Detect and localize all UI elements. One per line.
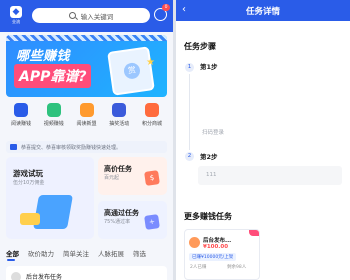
category-label: 积分商城 bbox=[141, 121, 162, 127]
video-icon bbox=[46, 103, 61, 117]
gift-icon bbox=[79, 103, 94, 117]
lottery-icon bbox=[112, 103, 127, 117]
category-label: 抽奖活动 bbox=[109, 121, 130, 127]
dollar-icon: $ bbox=[144, 170, 160, 186]
logo-text: 业流 bbox=[12, 19, 20, 24]
category-label: 阅读赚钱 bbox=[10, 121, 31, 127]
task-title: 后台发布... bbox=[203, 238, 232, 244]
star-icon: ★ bbox=[146, 57, 155, 68]
message-button[interactable]: 0 bbox=[154, 4, 170, 21]
remaining-count: 剩余98人 bbox=[227, 265, 247, 270]
category-gift[interactable]: 阅读新盟 bbox=[72, 103, 102, 137]
card-title: 高价任务 bbox=[104, 165, 132, 173]
card-title: 游戏试玩 bbox=[13, 169, 43, 178]
avatar bbox=[189, 237, 200, 248]
category-read[interactable]: 阅读赚钱 bbox=[6, 103, 36, 137]
detail-body: 任务步骤 1 第1步 扫码登录 2 第2步 111 更多赚钱任务 后台发布...… bbox=[176, 21, 350, 280]
card-title: 高通过任务 bbox=[104, 209, 139, 217]
earned-tag: 已赚¥10000元/上架 bbox=[189, 253, 237, 261]
tab-filter[interactable]: 筛选 bbox=[133, 248, 146, 258]
step-number: 1 bbox=[185, 63, 194, 72]
coin-stack-icon bbox=[20, 213, 40, 225]
book-icon bbox=[14, 103, 28, 117]
feature-cards: 游戏试玩 伍分10万佣金 高价任务 百元起 $ 高通过任务 75%通过率 + bbox=[6, 157, 167, 239]
logo-icon: ◆ bbox=[10, 6, 22, 18]
home-screen: ◆ 业流 输入关键词 0 哪些赚钱 APP靠谱? 赏 ★ 阅读赚钱 视频赚钱 阅… bbox=[0, 0, 173, 280]
task-filter-tabs: 全部 砍价助力 简单关注 人脉拓展 筛选 bbox=[6, 246, 173, 261]
category-shop[interactable]: 积分商城 bbox=[137, 103, 167, 137]
coin-icon: 赏 bbox=[122, 61, 142, 80]
app-logo: ◆ 业流 bbox=[6, 6, 26, 28]
search-icon bbox=[68, 12, 76, 19]
card-subtitle: 百元起 bbox=[104, 175, 120, 181]
notice-text: 恭喜提交、恭喜审核领取奖励赚钱快速处理。 bbox=[21, 144, 122, 151]
tab-all[interactable]: 全部 bbox=[6, 248, 19, 261]
hot-tag bbox=[249, 230, 259, 236]
category-icons: 阅读赚钱 视频赚钱 阅读新盟 抽奖活动 积分商城 bbox=[6, 103, 167, 137]
card-high-pass[interactable]: 高通过任务 75%通过率 + bbox=[98, 201, 167, 239]
speaker-icon bbox=[10, 144, 17, 150]
search-input[interactable]: 输入关键词 bbox=[32, 8, 150, 23]
category-label: 视频赚钱 bbox=[43, 121, 64, 127]
section-steps-title: 任务步骤 bbox=[184, 42, 216, 51]
page-title: 任务详情 bbox=[245, 7, 280, 17]
task-detail-screen: ‹ 任务详情 任务步骤 1 第1步 扫码登录 2 第2步 111 更多赚钱任务 … bbox=[176, 0, 350, 280]
step-connector bbox=[189, 74, 190, 150]
search-placeholder: 输入关键词 bbox=[80, 12, 114, 21]
promo-banner[interactable]: 哪些赚钱 APP靠谱? 赏 ★ bbox=[6, 35, 167, 97]
card-high-price[interactable]: 高价任务 百元起 $ bbox=[98, 157, 167, 195]
card-subtitle: 75%通过率 bbox=[104, 219, 131, 225]
tab-follow[interactable]: 简单关注 bbox=[63, 248, 89, 258]
card-game-trial[interactable]: 游戏试玩 伍分10万佣金 bbox=[6, 157, 94, 239]
shop-icon bbox=[145, 103, 159, 117]
banner-line1: 哪些赚钱 bbox=[16, 49, 71, 64]
list-item-name: 后台发布任务 bbox=[26, 274, 63, 280]
message-badge: 0 bbox=[162, 4, 170, 11]
category-label: 阅读新盟 bbox=[76, 121, 97, 127]
banner-line2: APP靠谱? bbox=[14, 64, 92, 88]
banner-stripe bbox=[6, 35, 167, 41]
notice-bar[interactable]: 恭喜提交、恭喜审核领取奖励赚钱快速处理。 bbox=[6, 141, 167, 153]
detail-header: ‹ 任务详情 bbox=[176, 0, 350, 21]
step-number: 2 bbox=[185, 152, 194, 161]
card-subtitle: 伍分10万佣金 bbox=[13, 180, 45, 186]
task-price: ¥100.00 bbox=[203, 244, 229, 250]
tab-bargain[interactable]: 砍价助力 bbox=[28, 248, 54, 258]
step-input[interactable]: 111 bbox=[198, 166, 342, 185]
earned-count: 2人已赚 bbox=[190, 265, 207, 270]
category-video[interactable]: 视频赚钱 bbox=[39, 103, 69, 137]
category-lottery[interactable]: 抽奖活动 bbox=[104, 103, 134, 137]
list-item[interactable]: 后台发布任务 bbox=[6, 266, 167, 280]
step-name: 第1步 bbox=[200, 63, 218, 71]
step-description: 扫码登录 bbox=[202, 130, 225, 136]
home-header: ◆ 业流 输入关键词 0 bbox=[0, 0, 173, 32]
section-more-title: 更多赚钱任务 bbox=[184, 212, 232, 221]
phone-illustration: 赏 bbox=[107, 46, 155, 96]
task-card[interactable]: 后台发布... ¥100.00 已赚¥10000元/上架 2人已赚 剩余98人 bbox=[184, 229, 260, 280]
plus-icon: + bbox=[144, 214, 160, 230]
step-name: 第2步 bbox=[200, 153, 218, 161]
tab-network[interactable]: 人脉拓展 bbox=[98, 248, 124, 258]
avatar bbox=[11, 272, 21, 280]
